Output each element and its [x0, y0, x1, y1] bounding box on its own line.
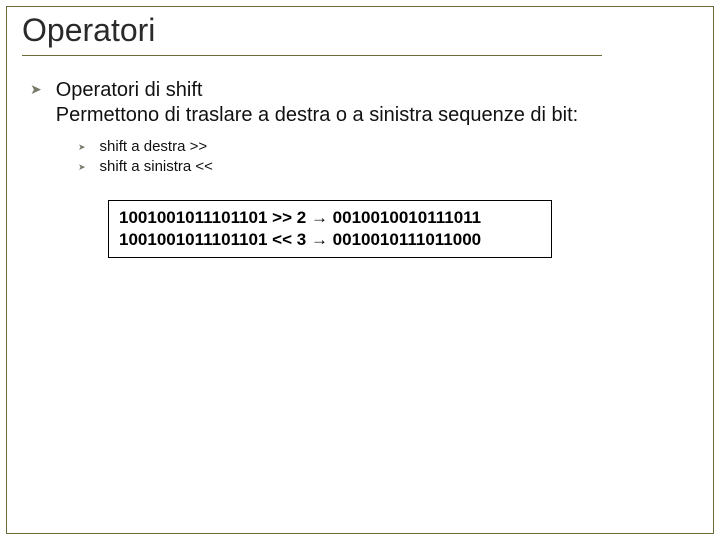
lvl1-line2: Permettono di traslare a destra o a sini… [56, 103, 579, 128]
code-line: 1001001011101101 << 3 → 0010010111011000 [119, 229, 541, 251]
sublist: ➤ shift a destra >> ➤ shift a sinistra <… [78, 138, 690, 176]
chevron-right-icon: ➤ [30, 78, 42, 100]
list-item: ➤ shift a sinistra << [78, 158, 690, 176]
chevron-right-icon: ➤ [78, 138, 86, 156]
list-item: ➤ Operatori di shift Permettono di trasl… [30, 78, 690, 128]
lvl2-text: shift a sinistra << [100, 158, 213, 176]
list-item: ➤ shift a destra >> [78, 138, 690, 156]
code-box: 1001001011101101 >> 2 → 0010010010111011… [108, 200, 552, 258]
page-title: Operatori [22, 12, 602, 56]
lvl2-text: shift a destra >> [100, 138, 208, 156]
lvl1-line1: Operatori di shift [56, 78, 579, 103]
content-area: ➤ Operatori di shift Permettono di trasl… [30, 78, 690, 258]
slide: Operatori ➤ Operatori di shift Permetton… [0, 0, 720, 540]
lvl1-text-block: Operatori di shift Permettono di traslar… [56, 78, 579, 128]
chevron-right-icon: ➤ [78, 158, 86, 176]
title-wrap: Operatori [22, 12, 602, 56]
code-line: 1001001011101101 >> 2 → 0010010010111011 [119, 207, 541, 229]
